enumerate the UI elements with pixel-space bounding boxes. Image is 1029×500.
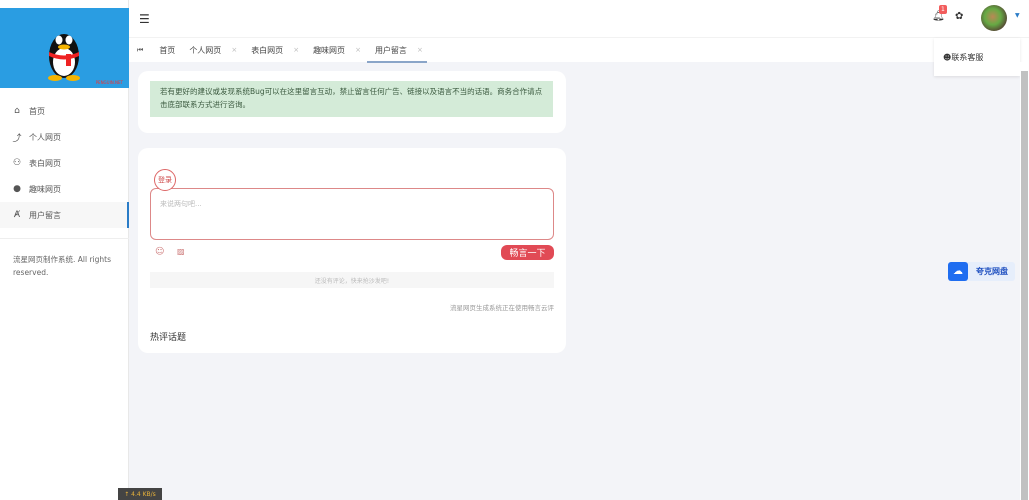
scrollbar[interactable] [1020,62,1029,500]
dropdown-item-contact[interactable]: 联系客服 [951,52,983,63]
sidebar-item-label: 首页 [29,106,45,116]
person-icon: ⤴ [12,133,22,144]
comment-input[interactable]: 来说两句吧... [150,188,554,240]
notification-badge: 1 [939,5,947,14]
tab-confession[interactable]: 表白网页 × [251,38,299,63]
sidebar-item-label: 趣味网页 [29,184,61,194]
tab-label: 首页 [159,45,176,55]
sidebar-item-label: 表白网页 [29,158,61,168]
notice-text: 若有更好的建议或发现系统Bug可以在这里留言互动，禁止留言任何广告、链接以及语言… [150,81,553,117]
first-tab-icon[interactable]: ⏮ [137,46,143,55]
sidebar-item-label: 个人网页 [29,132,61,142]
powered-by[interactable]: 流星网页生成系统正在使用畅言云评 [450,302,554,312]
sidebar: PENGUIN.NET ⌂ 首页 ⤴ 个人网页 ⚇ 表白网页 ● 趣味网页 Ⱥ 用户留言 … [0,0,129,500]
empty-comments: 还没有评论，快来抢沙发吧! [150,272,554,288]
tab-bar: ⏮ 首页 个人网页 × 表白网页 × 趣味网页 × 用户留言 × [129,37,1029,63]
sidebar-item-fun[interactable]: ● 趣味网页 [0,176,129,202]
sidebar-item-personal[interactable]: ⤴ 个人网页 [0,124,129,150]
logo[interactable]: PENGUIN.NET [0,8,129,88]
penguin-logo-icon [48,34,80,81]
tab-label: 趣味网页 [313,45,346,55]
tab-fun[interactable]: 趣味网页 × [313,38,361,63]
tab-personal[interactable]: 个人网页 × [189,38,237,63]
sidebar-item-home[interactable]: ⌂ 首页 [0,98,129,124]
emoji-icon[interactable]: ☺ [155,247,164,257]
chevron-down-icon[interactable]: ▼ [1015,12,1020,19]
close-icon[interactable]: × [355,46,361,54]
logo-text: PENGUIN.NET [95,80,123,85]
image-icon[interactable]: ▨ [177,247,185,256]
header: ☰ 🔔︎ 1 ✿ ▼ [129,0,1029,37]
cloud-icon: ☁ [948,262,968,281]
divider [0,238,129,239]
copyright: 流星网页制作系统. All rights reserved. [13,255,111,277]
send-button[interactable]: 畅言一下 [501,245,554,260]
quark-drive-button[interactable]: ☁ 夸克网盘 [948,262,1015,281]
palette-icon[interactable]: ✿ [955,11,963,22]
sidebar-nav: ⌂ 首页 ⤴ 个人网页 ⚇ 表白网页 ● 趣味网页 Ⱥ 用户留言 [0,98,129,228]
home-icon: ⌂ [14,106,20,116]
menu-toggle-icon[interactable]: ☰ [139,12,150,26]
quark-label: 夸克网盘 [976,267,1008,276]
sidebar-item-label: 用户留言 [29,210,61,220]
close-icon[interactable]: × [417,46,423,54]
globe-icon: ● [13,184,21,194]
tab-home[interactable]: 首页 [159,38,175,63]
tab-label: 表白网页 [251,45,284,55]
sidebar-item-confession[interactable]: ⚇ 表白网页 [0,150,129,176]
message-icon: Ⱥ [13,210,21,220]
close-icon[interactable]: × [293,46,299,54]
users-icon: ⚇ [12,158,22,168]
login-button[interactable]: 登录 [154,169,176,191]
sidebar-item-messages[interactable]: Ⱥ 用户留言 [0,202,129,228]
support-icon: ☻ [943,52,952,62]
scrollbar-thumb[interactable] [1021,71,1028,500]
comment-card: 登录 来说两句吧... ☺ ▨ 畅言一下 还没有评论，快来抢沙发吧! 流星网页生… [138,148,566,353]
close-icon[interactable]: × [231,46,237,54]
tab-label: 用户留言 [374,45,407,55]
tab-messages[interactable]: 用户留言 × [366,38,427,63]
tab-label: 个人网页 [189,45,222,55]
network-speed: ↑ 4.4 KB/s [118,488,162,500]
notice-card: 若有更好的建议或发现系统Bug可以在这里留言互动，禁止留言任何广告、链接以及语言… [138,71,566,133]
avatar[interactable] [981,5,1007,31]
user-dropdown: ☻ 联系客服 [934,38,1020,76]
hot-topics-title: 热评话题 [150,333,187,343]
